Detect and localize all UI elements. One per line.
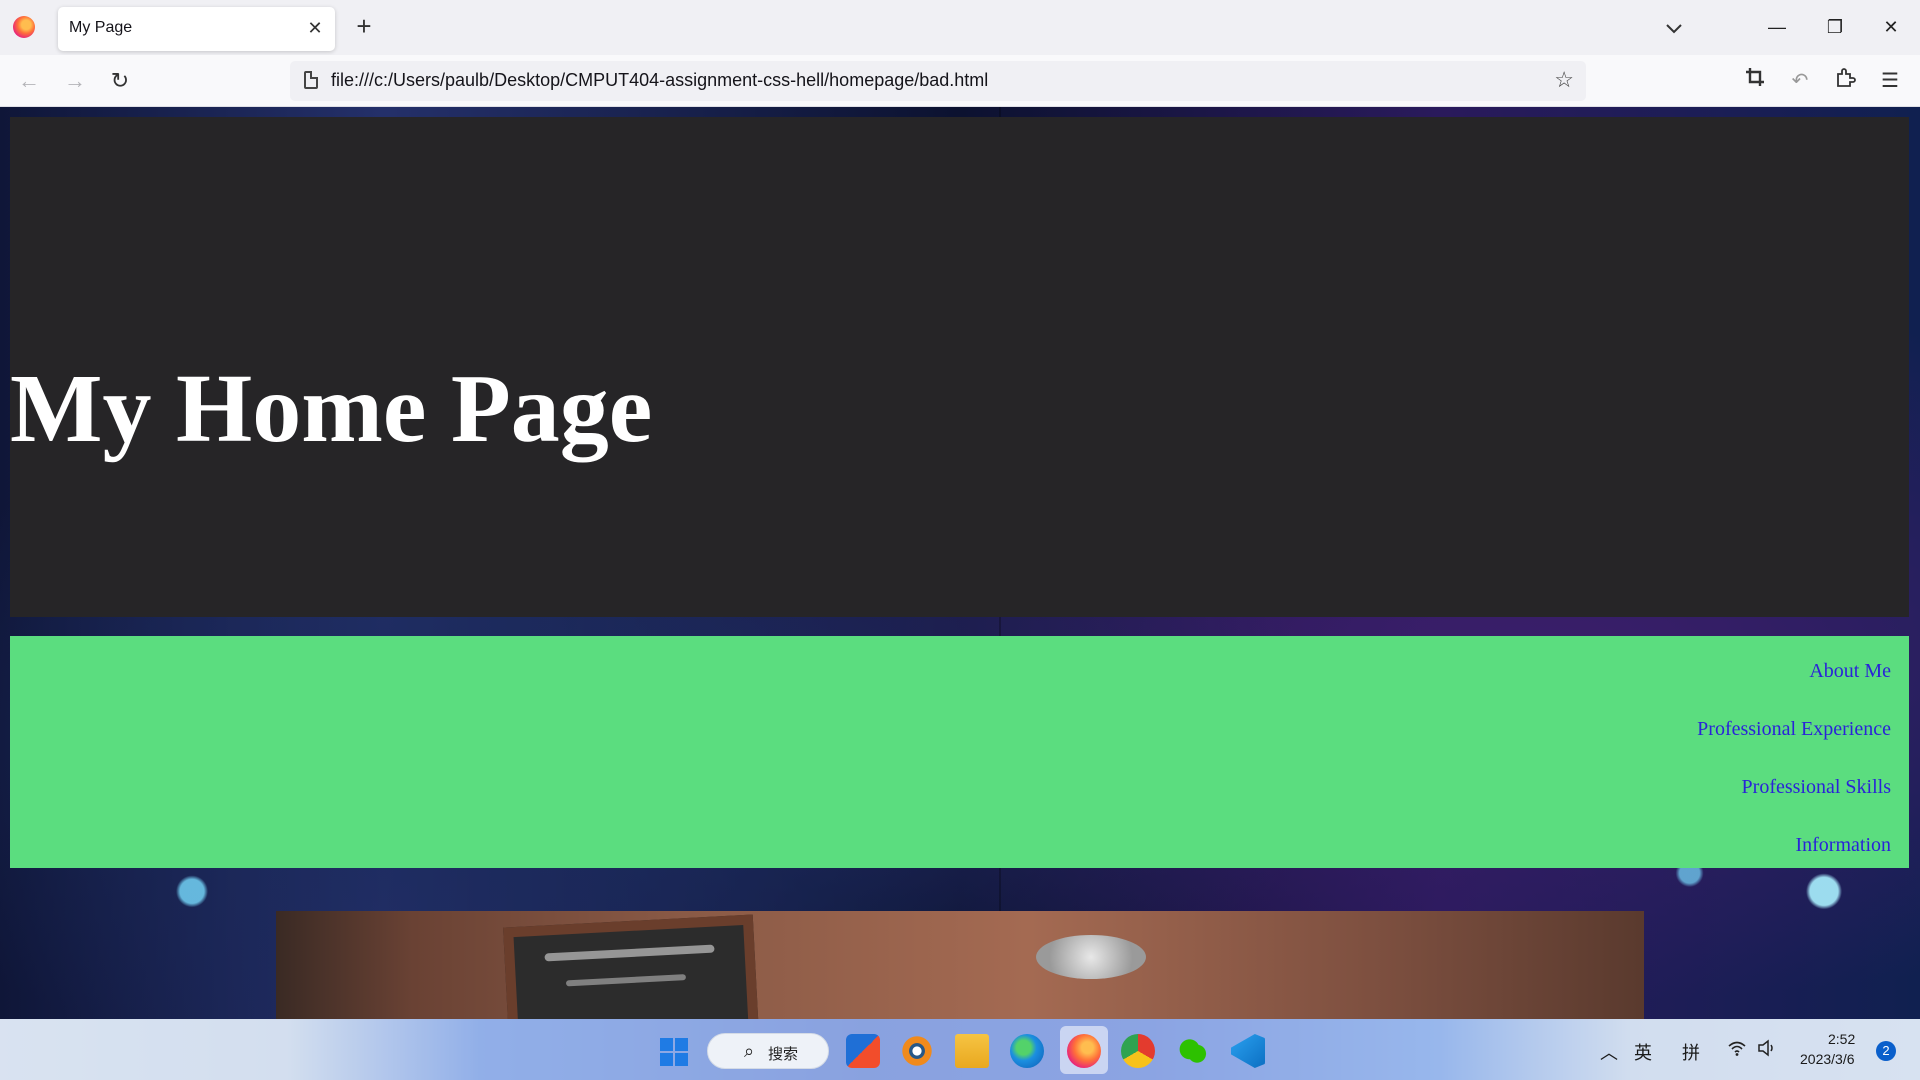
wechat-icon[interactable] xyxy=(1176,1034,1210,1068)
file-explorer-icon[interactable] xyxy=(955,1034,989,1068)
search-label: 搜索 xyxy=(768,1046,799,1063)
nav-link-professional-skills[interactable]: Professional Skills xyxy=(1742,776,1891,799)
blender-icon[interactable] xyxy=(900,1034,934,1068)
rock-image xyxy=(1036,935,1146,979)
chrome-icon[interactable] xyxy=(1121,1034,1155,1068)
page-header: My Home Page xyxy=(10,117,1909,617)
url-bar[interactable]: file:///c:/Users/paulb/Desktop/CMPUT404-… xyxy=(290,61,1586,101)
nav-link-about-me[interactable]: About Me xyxy=(1809,660,1891,683)
tab-close-icon[interactable]: ✕ xyxy=(303,16,327,40)
nav-menu: About Me Professional Experience Profess… xyxy=(10,636,1909,868)
search-icon: ⌕ xyxy=(744,1041,755,1061)
restore-button[interactable]: ❐ xyxy=(1820,12,1850,42)
page-title: My Home Page xyxy=(10,355,653,463)
extensions-icon[interactable] xyxy=(1830,66,1860,96)
browser-tab[interactable]: My Page ✕ xyxy=(58,7,335,51)
store-icon[interactable] xyxy=(846,1034,880,1068)
taskbar: ⌕ 搜索 ︿ 英 拼 2:52 2023/3/6 2 xyxy=(0,1019,1920,1080)
reload-icon[interactable]: ↻ xyxy=(105,66,135,96)
banner-image xyxy=(276,911,1644,1019)
nav-link-professional-experience[interactable]: Professional Experience xyxy=(1697,718,1891,741)
chalk-line xyxy=(544,944,715,962)
clock-time[interactable]: 2:52 xyxy=(1828,1031,1855,1047)
clock-date[interactable]: 2023/3/6 xyxy=(1800,1051,1855,1067)
minimize-button[interactable]: — xyxy=(1762,12,1792,42)
menu-icon[interactable]: ☰ xyxy=(1875,66,1905,96)
close-window-button[interactable]: ✕ xyxy=(1876,12,1906,42)
undo-icon[interactable]: ↶ xyxy=(1785,66,1815,96)
new-tab-button[interactable]: + xyxy=(350,13,378,41)
windows-start-icon[interactable] xyxy=(660,1038,688,1066)
bookmark-star-icon[interactable]: ☆ xyxy=(1554,67,1574,93)
chalkboard-image xyxy=(503,914,759,1019)
chalk-line xyxy=(565,974,687,987)
firefox-icon[interactable] xyxy=(13,16,35,38)
firefox-icon[interactable] xyxy=(1067,1034,1101,1068)
ime-pinyin[interactable]: 拼 xyxy=(1682,1039,1700,1065)
tab-title: My Page xyxy=(69,19,133,36)
navigation-toolbar: ← → ↻ file:///c:/Users/paulb/Desktop/CMP… xyxy=(0,55,1920,107)
nav-link-information[interactable]: Information xyxy=(1795,834,1891,857)
tab-strip: My Page ✕ + — ❐ ✕ xyxy=(0,0,1920,55)
volume-icon[interactable] xyxy=(1757,1039,1777,1062)
screenshot-icon[interactable] xyxy=(1740,66,1770,96)
page-viewport: My Home Page About Me Professional Exper… xyxy=(0,107,1920,1019)
wifi-icon[interactable] xyxy=(1727,1039,1747,1062)
notification-badge[interactable]: 2 xyxy=(1876,1041,1896,1061)
back-icon[interactable]: ← xyxy=(14,66,44,96)
page-icon xyxy=(304,71,318,89)
edge-icon[interactable] xyxy=(1010,1034,1044,1068)
forward-icon[interactable]: → xyxy=(60,66,90,96)
tab-list-chevron-down-icon[interactable] xyxy=(1660,14,1688,42)
show-hidden-icons-chevron-up-icon[interactable]: ︿ xyxy=(1600,1039,1618,1065)
url-text[interactable]: file:///c:/Users/paulb/Desktop/CMPUT404-… xyxy=(331,70,988,91)
taskbar-search[interactable]: ⌕ 搜索 xyxy=(707,1033,829,1069)
ime-english[interactable]: 英 xyxy=(1634,1039,1652,1065)
